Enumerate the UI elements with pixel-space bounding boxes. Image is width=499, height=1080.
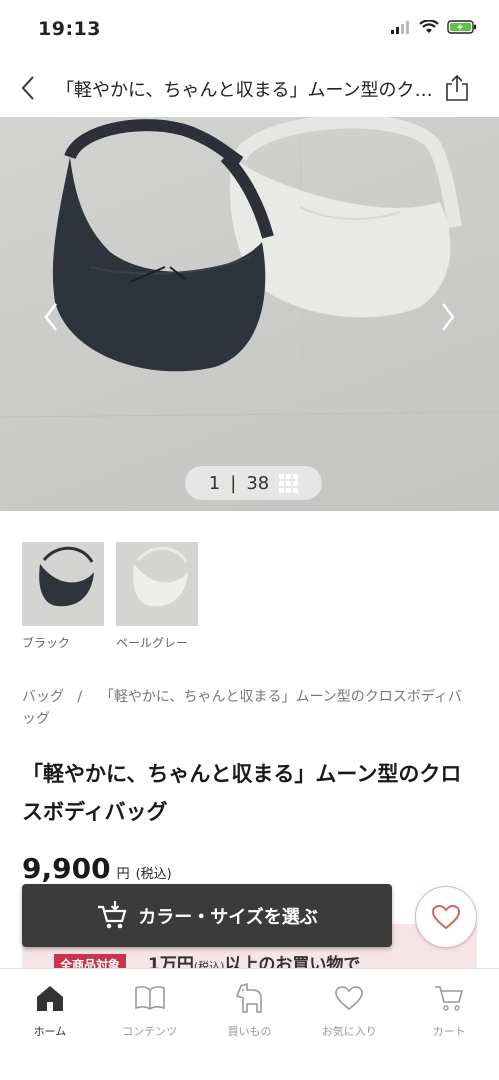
chevron-left-icon xyxy=(21,76,34,100)
swatch-pale-gray[interactable]: ペールグレー xyxy=(116,542,198,651)
tab-shopping[interactable]: 買いもの xyxy=(200,969,300,1080)
gallery-next-button[interactable] xyxy=(435,297,461,337)
book-icon xyxy=(133,981,167,1015)
tab-label: 買いもの xyxy=(227,1025,272,1038)
cta-label: カラー・サイズを選ぶ xyxy=(138,906,318,928)
swatch-label: ペールグレー xyxy=(116,636,189,650)
tax-note: (税込) xyxy=(135,867,172,882)
swatch-image xyxy=(116,542,198,626)
tab-contents[interactable]: コンテンツ xyxy=(100,969,200,1080)
product-image-gallery[interactable] xyxy=(0,117,499,511)
back-button[interactable] xyxy=(12,72,44,104)
tab-cart[interactable]: カート xyxy=(399,969,499,1080)
swatch-black[interactable]: ブラック xyxy=(22,542,104,651)
price-unit: 円 xyxy=(116,867,130,882)
color-swatches: ブラック ペールグレー xyxy=(22,542,198,651)
tab-label: カート xyxy=(432,1025,466,1038)
price-value: 9,900 xyxy=(22,852,111,885)
tab-label: ホーム xyxy=(33,1025,67,1038)
heart-icon xyxy=(431,904,461,930)
tab-label: お気に入り xyxy=(321,1025,377,1038)
chevron-left-icon xyxy=(44,303,57,331)
signal-icon xyxy=(391,21,409,34)
gallery-current: 1 xyxy=(208,472,221,494)
gallery-counter[interactable]: 1 | 38 xyxy=(185,466,322,500)
breadcrumb-separator: / xyxy=(77,689,83,705)
add-to-cart-icon xyxy=(98,900,127,928)
breadcrumb-category[interactable]: バッグ xyxy=(22,689,64,705)
swatch-label: ブラック xyxy=(22,636,71,650)
product-title: 「軽やかに、ちゃんと収まる」ムーン型のクロスボディバッグ xyxy=(22,762,462,824)
status-icons xyxy=(391,20,477,34)
tab-bar: ホーム コンテンツ 買いもの お気に入り カート xyxy=(0,968,499,1080)
tab-home[interactable]: ホーム xyxy=(0,969,100,1080)
select-color-size-button[interactable]: カラー・サイズを選ぶ xyxy=(22,884,392,947)
gallery-prev-button[interactable] xyxy=(38,297,64,337)
tab-label: コンテンツ xyxy=(122,1025,178,1038)
cart-icon xyxy=(432,981,466,1015)
breadcrumb: バッグ / 「軽やかに、ちゃんと収まる」ムーン型のクロスボディバッグ xyxy=(22,686,472,730)
wifi-icon xyxy=(419,20,439,33)
home-icon xyxy=(33,981,67,1015)
tab-favorites[interactable]: お気に入り xyxy=(299,969,399,1080)
share-icon xyxy=(446,74,468,101)
nav-bar: 「軽やかに、ちゃんと収まる」ムーン型のクロスボディバッグ xyxy=(0,60,499,116)
grid-icon xyxy=(279,473,299,493)
product-photo xyxy=(0,117,499,511)
battery-icon xyxy=(447,20,476,34)
product-price: 9,900 円 (税込) xyxy=(22,852,172,885)
status-bar: 19:13 xyxy=(0,0,499,60)
nav-title: 「軽やかに、ちゃんと収まる」ムーン型のクロスボディバッグ xyxy=(56,80,437,101)
heart-icon xyxy=(332,981,366,1015)
gallery-separator: | xyxy=(230,472,237,494)
horse-icon xyxy=(232,981,266,1015)
chevron-right-icon xyxy=(442,303,455,331)
status-time: 19:13 xyxy=(38,18,101,40)
share-button[interactable] xyxy=(441,72,473,104)
swatch-image xyxy=(22,542,104,626)
gallery-total: 38 xyxy=(246,472,270,494)
favorite-button[interactable] xyxy=(415,886,477,948)
